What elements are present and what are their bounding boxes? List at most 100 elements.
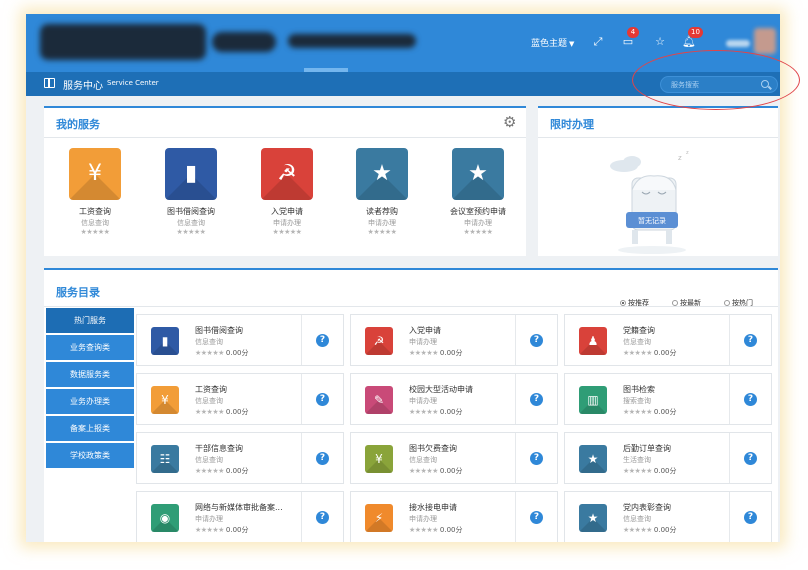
chevron-down-icon: ▼ [569, 40, 575, 48]
my-service-item[interactable]: ★ 读者荐购 申请办理 ★★★★★ [338, 148, 426, 236]
sort-option-label: 按推荐 [628, 299, 649, 307]
rating-score: 0.00分 [439, 526, 463, 534]
service-tile: ♟ [579, 327, 607, 355]
service-name: 校园大型活动申请 [409, 385, 473, 394]
avatar[interactable] [754, 28, 776, 54]
rating-stars: ★★★★★ [409, 349, 438, 357]
divider [301, 315, 302, 365]
sidebar-item[interactable]: 业务查询类 [46, 335, 134, 360]
service-name: 网络与新媒体审批备案... [195, 503, 283, 512]
expand-icon[interactable]: ⤢ [590, 34, 606, 50]
help-icon[interactable]: ? [530, 393, 543, 406]
sidebar-item[interactable]: 学校政策类 [46, 443, 134, 468]
service-card[interactable]: ▮ 图书借阅查询 信息查询 ★★★★★ 0.00分? [136, 314, 344, 366]
help-icon[interactable]: ? [316, 511, 329, 524]
service-category: 申请办理 [409, 338, 437, 346]
help-icon[interactable]: ? [530, 452, 543, 465]
service-category: 申请办理 [409, 515, 437, 523]
my-service-item[interactable]: ★ 会议室预约申请 申请办理 ★★★★★ [434, 148, 522, 236]
service-card[interactable]: ☷ 干部信息查询 信息查询 ★★★★★ 0.00分? [136, 432, 344, 484]
my-service-item[interactable]: ☭ 入党申请 申请办理 ★★★★★ [243, 148, 331, 236]
divider [729, 492, 730, 542]
service-card[interactable]: ▥ 图书检索 搜索查询 ★★★★★ 0.00分? [564, 373, 772, 425]
service-card[interactable]: ★ 后勤订单查询 生活查询 ★★★★★ 0.00分? [564, 432, 772, 484]
service-center-title: 服务中心 [63, 81, 103, 92]
divider [44, 137, 526, 138]
book-icon [44, 78, 55, 88]
service-card[interactable]: ¥ 工资查询 信息查询 ★★★★★ 0.00分? [136, 373, 344, 425]
service-icon: ¥ [88, 161, 102, 186]
service-rating: ★★★★★ 0.00分 [623, 407, 676, 417]
divider [301, 374, 302, 424]
message-badge: 4 [627, 27, 639, 38]
rating-score: 0.00分 [225, 526, 249, 534]
service-tile: ★ [356, 148, 408, 200]
service-tile: ⚡ [365, 504, 393, 532]
star-icon[interactable]: ☆ [652, 34, 668, 50]
divider [301, 492, 302, 542]
bell-icon[interactable]: 🔔︎ 10 [681, 27, 703, 50]
user-name-blurred[interactable] [726, 40, 750, 47]
divider [729, 374, 730, 424]
service-card[interactable]: ✎ 校园大型活动申请 申请办理 ★★★★★ 0.00分? [350, 373, 558, 425]
rating-stars: ★★★★★ [195, 526, 224, 534]
service-card[interactable]: ⚡ 接水接电申请 申请办理 ★★★★★ 0.00分? [350, 491, 558, 542]
sort-option[interactable]: 按推荐 [620, 298, 649, 308]
sidebar-item[interactable]: 备案上报类 [46, 416, 134, 441]
sidebar-item[interactable]: 数据服务类 [46, 362, 134, 387]
rating-stars: ★★★★★ [409, 526, 438, 534]
service-tile: ▮ [151, 327, 179, 355]
service-tile: ▥ [579, 386, 607, 414]
rating-stars: ★★★★★ [409, 467, 438, 475]
service-name: 党内表彰查询 [623, 503, 671, 512]
service-card[interactable]: ¥ 图书欠费查询 信息查询 ★★★★★ 0.00分? [350, 432, 558, 484]
rating-stars: ★★★★★ [409, 408, 438, 416]
help-icon[interactable]: ? [744, 393, 757, 406]
service-name: 工资查询 [195, 385, 227, 394]
service-rating: ★★★★★ 0.00分 [623, 348, 676, 358]
my-service-item[interactable]: ¥ 工资查询 信息查询 ★★★★★ [51, 148, 139, 236]
help-icon[interactable]: ? [744, 511, 757, 524]
service-icon: ★ [587, 452, 599, 466]
divider [515, 374, 516, 424]
theme-dropdown[interactable]: 蓝色主题 ▼ [531, 36, 574, 49]
service-card[interactable]: ☭ 入党申请 申请办理 ★★★★★ 0.00分? [350, 314, 558, 366]
service-icon: ♟ [587, 334, 599, 348]
service-name: 干部信息查询 [195, 444, 243, 453]
help-icon[interactable]: ? [530, 511, 543, 524]
service-name: 接水接电申请 [409, 503, 457, 512]
sort-option[interactable]: 按热门 [724, 298, 753, 308]
message-icon[interactable]: ▭ 4 [620, 27, 639, 50]
my-service-item[interactable]: ▮ 图书借阅查询 信息查询 ★★★★★ [147, 148, 235, 236]
sidebar-item[interactable]: 业务办理类 [46, 389, 134, 414]
sort-option[interactable]: 按最新 [672, 298, 701, 308]
rating-stars: ★★★★★ [623, 467, 652, 475]
sidebar-item[interactable]: 热门服务 [46, 308, 134, 333]
service-card[interactable]: ♟ 党籍查询 信息查询 ★★★★★ 0.00分? [564, 314, 772, 366]
radio-icon [672, 300, 678, 306]
help-icon[interactable]: ? [316, 334, 329, 347]
service-name: 图书欠费查询 [409, 444, 457, 453]
service-center-subtitle: Service Center [107, 79, 159, 87]
help-icon[interactable]: ? [530, 334, 543, 347]
help-icon[interactable]: ? [316, 393, 329, 406]
service-icon: ✎ [373, 393, 385, 407]
rating-stars: ★★★★★ [80, 228, 110, 236]
service-name: 图书检索 [623, 385, 655, 394]
svg-text:z: z [678, 154, 682, 162]
rating-score: 0.00分 [653, 467, 677, 475]
service-card[interactable]: ★ 党内表彰查询 信息查询 ★★★★★ 0.00分? [564, 491, 772, 542]
service-card[interactable]: ◉ 网络与新媒体审批备案... 申请办理 ★★★★★ 0.00分? [136, 491, 344, 542]
help-icon[interactable]: ? [744, 452, 757, 465]
sort-option-label: 按热门 [732, 299, 753, 307]
service-icon: ¥ [161, 393, 169, 407]
catalog-sidebar: 热门服务 业务查询类 数据服务类 业务办理类 备案上报类 学校政策类 [46, 308, 134, 470]
service-name: 图书借阅查询 [195, 326, 243, 335]
gear-icon[interactable]: ⚙ [503, 114, 519, 130]
service-icon: ▮ [161, 334, 169, 348]
help-icon[interactable]: ? [744, 334, 757, 347]
rating-score: 0.00分 [653, 408, 677, 416]
divider [729, 315, 730, 365]
service-icon: ☭ [277, 161, 297, 186]
help-icon[interactable]: ? [316, 452, 329, 465]
